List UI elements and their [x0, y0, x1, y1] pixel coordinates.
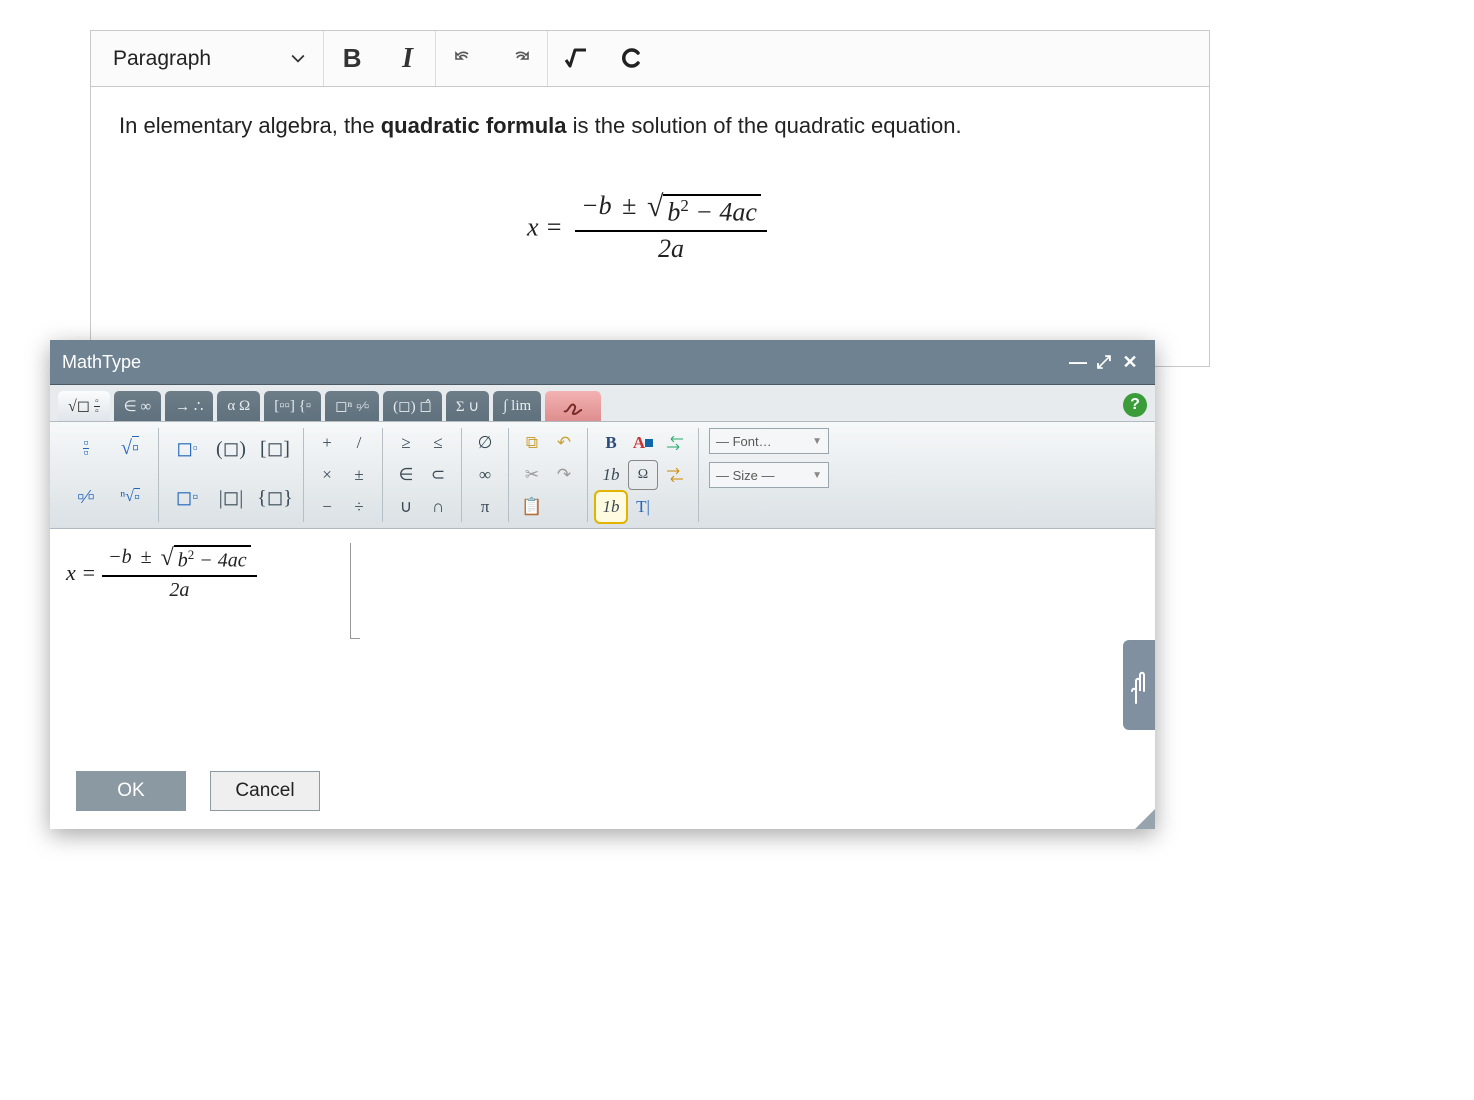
mathtype-dialog: MathType — ⤢ ✕ √◻ ▫▫ ∈ ∞ → ∴ α Ω [▫▫] {▫… [50, 340, 1155, 829]
rendered-formula: x = −b ± √ b2 − 4ac 2a [119, 189, 1181, 266]
rel-in[interactable]: ∈ [391, 460, 421, 490]
insert-fraction[interactable]: ▫▫ [66, 428, 106, 468]
tab-arrows[interactable]: → ∴ [165, 391, 213, 421]
square-root-icon [563, 46, 589, 72]
op-slash[interactable]: / [344, 428, 374, 458]
style-italic-on[interactable]: 1b [596, 492, 626, 522]
tab-calculus[interactable]: ∫ lim [493, 391, 541, 421]
editor-content[interactable]: In elementary algebra, the quadratic for… [91, 87, 1209, 366]
help-button[interactable]: ? [1123, 393, 1147, 417]
insert-sqrt[interactable]: √▫ [110, 428, 150, 468]
font-select[interactable]: — Font…▼ [709, 428, 829, 454]
resize-handle[interactable] [1135, 809, 1155, 829]
dialog-titlebar[interactable]: MathType — ⤢ ✕ [50, 340, 1155, 384]
style-text[interactable]: T| [628, 492, 658, 522]
tab-greek[interactable]: α Ω [217, 391, 260, 421]
caret-down-icon: ▼ [812, 436, 822, 447]
mathtype-editor[interactable]: x = −b ± √ b2 − 4ac 2a [50, 529, 1155, 759]
style-color[interactable]: A [628, 428, 658, 458]
rel-intersect[interactable]: ∩ [423, 492, 453, 522]
chevron-down-icon [291, 52, 305, 66]
dialog-buttons: OK Cancel [50, 759, 1155, 829]
rtl-icon [666, 436, 684, 450]
style-italic[interactable]: 1b [596, 460, 626, 490]
insert-parens[interactable]: (◻) [211, 428, 251, 468]
dir-rtl[interactable] [660, 428, 690, 458]
op-divide[interactable]: ÷ [344, 492, 374, 522]
tab-handwriting[interactable] [545, 391, 601, 421]
sym-emptyset[interactable]: ∅ [470, 428, 500, 458]
maximize-button[interactable]: ⤢ [1091, 352, 1117, 373]
tab-big-operators[interactable]: Σ ∪ [446, 391, 489, 421]
content-text2: is the solution of the quadratic equatio… [567, 113, 962, 138]
handwriting-panel-toggle[interactable] [1123, 640, 1155, 730]
op-minus[interactable]: − [312, 492, 342, 522]
size-select[interactable]: — Size —▼ [709, 462, 829, 488]
tab-decorations[interactable]: (◻) ◻̂ [383, 391, 442, 421]
hand-icon [1128, 665, 1150, 705]
copy-button[interactable]: ⧉ [517, 428, 547, 458]
cursor-indicator [350, 543, 360, 639]
tab-fractions-roots[interactable]: √◻ ▫▫ [58, 391, 110, 421]
mathtype-palette: ▫▫ ▫⁄▫ √▫ ⁿ√▫ ◻▫ ◻▫ (◻) |◻| [◻] {◻} + × … [50, 422, 1155, 529]
insert-nth-root[interactable]: ⁿ√▫ [110, 477, 150, 517]
tab-scripts[interactable]: ◻ⁿ ▫⁄▫ [325, 391, 379, 421]
sqrt-icon: √ [647, 196, 663, 218]
mt-undo-button[interactable]: ↶ [549, 428, 579, 458]
rel-subset[interactable]: ⊂ [423, 460, 453, 490]
italic-button[interactable]: I [380, 31, 436, 86]
block-format-select[interactable]: Paragraph [91, 31, 324, 86]
tab-set-symbols[interactable]: ∈ ∞ [114, 391, 162, 421]
content-bold: quadratic formula [381, 113, 567, 138]
sym-infinity[interactable]: ∞ [470, 460, 500, 490]
dir-ltr[interactable] [660, 460, 690, 490]
insert-brackets[interactable]: [◻] [255, 428, 295, 468]
block-format-label: Paragraph [113, 47, 211, 71]
insert-bevel-fraction[interactable]: ▫⁄▫ [66, 477, 106, 517]
editor-toolbar: Paragraph B I [91, 31, 1209, 87]
insert-superscript[interactable]: ◻▫ [167, 428, 207, 468]
op-plus[interactable]: + [312, 428, 342, 458]
mt-redo-button[interactable]: ↷ [549, 460, 579, 490]
sym-pi[interactable]: π [470, 492, 500, 522]
handwriting-icon [561, 396, 585, 416]
math-button[interactable] [548, 31, 604, 86]
insert-braces[interactable]: {◻} [255, 477, 295, 517]
caret-down-icon: ▼ [812, 470, 822, 481]
rel-le[interactable]: ≤ [423, 428, 453, 458]
rel-ge[interactable]: ≥ [391, 428, 421, 458]
style-bold[interactable]: B [596, 428, 626, 458]
cancel-button[interactable]: Cancel [210, 771, 320, 811]
op-plusminus[interactable]: ± [344, 460, 374, 490]
ltr-icon [666, 468, 684, 482]
op-times[interactable]: × [312, 460, 342, 490]
undo-icon [452, 47, 476, 71]
minimize-button[interactable]: — [1065, 352, 1091, 373]
redo-icon [508, 47, 532, 71]
rich-text-editor: Paragraph B I In elementary algebra, the… [90, 30, 1210, 367]
insert-abs[interactable]: |◻| [211, 477, 251, 517]
rel-union[interactable]: ∪ [391, 492, 421, 522]
tab-matrices[interactable]: [▫▫] {▫ [264, 391, 321, 421]
bold-button[interactable]: B [324, 31, 380, 86]
paste-button[interactable]: 📋 [517, 492, 547, 522]
cut-button[interactable]: ✂ [517, 460, 547, 490]
style-boxed[interactable]: Ω [628, 460, 658, 490]
content-text: In elementary algebra, the [119, 113, 381, 138]
redo-button[interactable] [492, 31, 548, 86]
ok-button[interactable]: OK [76, 771, 186, 811]
close-button[interactable]: ✕ [1117, 352, 1143, 373]
chem-c-icon [619, 46, 645, 72]
dialog-title: MathType [62, 352, 141, 373]
insert-subscript[interactable]: ◻▫ [167, 477, 207, 517]
chemistry-button[interactable] [604, 31, 660, 86]
undo-button[interactable] [436, 31, 492, 86]
mathtype-tabs: √◻ ▫▫ ∈ ∞ → ∴ α Ω [▫▫] {▫ ◻ⁿ ▫⁄▫ (◻) ◻̂ … [50, 385, 1155, 422]
